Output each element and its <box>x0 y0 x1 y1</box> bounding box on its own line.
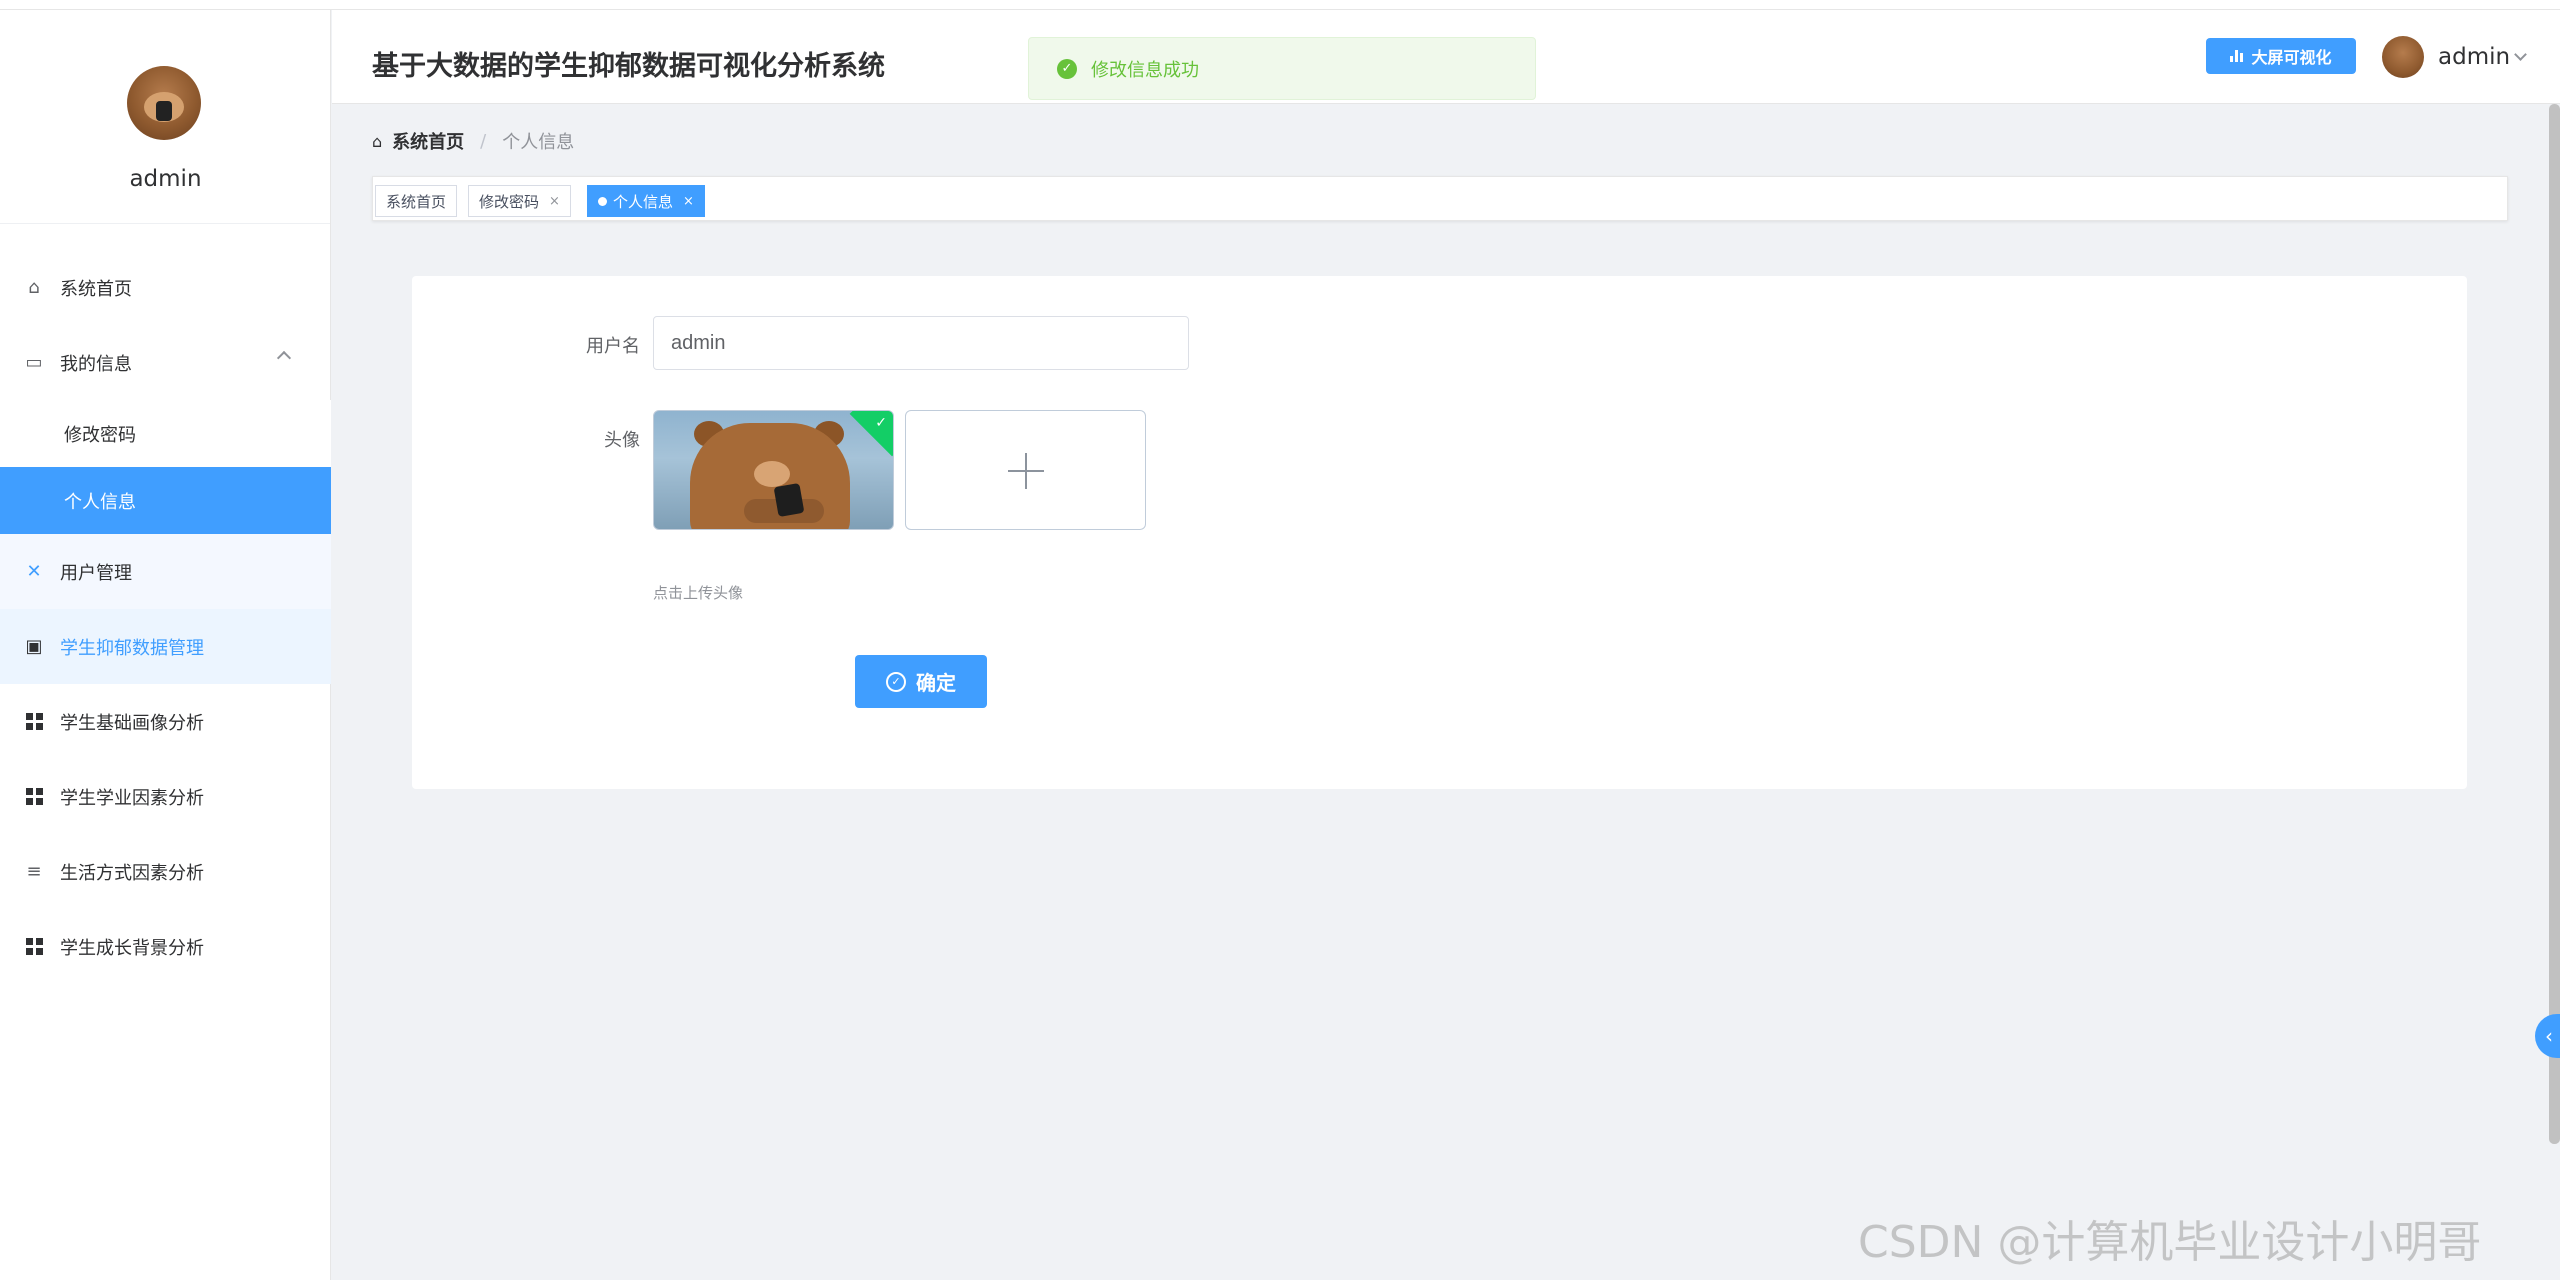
sidebar-item-my-info[interactable]: ▭ 我的信息 <box>0 325 331 400</box>
bear-snout <box>754 461 790 487</box>
sidebar-item-basic-profile[interactable]: 学生基础画像分析 <box>0 684 331 759</box>
upload-hint: 点击上传头像 <box>653 584 744 602</box>
grid-icon <box>24 937 44 957</box>
breadcrumb-current: 个人信息 <box>502 132 575 153</box>
sliders-icon: ≡ <box>26 861 42 882</box>
profile-name: admin <box>129 166 202 192</box>
tags-view: 系统首页 修改密码 × 个人信息 × <box>372 176 2508 221</box>
avatar <box>127 66 201 140</box>
tag-change-password[interactable]: 修改密码 × <box>468 185 571 217</box>
confirm-button[interactable]: ✓ 确定 <box>855 655 987 708</box>
sidebar-item-label: 我的信息 <box>60 353 132 375</box>
close-icon[interactable]: × <box>549 194 560 209</box>
clipboard-icon: ▣ <box>25 636 43 657</box>
sidebar-item-growth-background[interactable]: 学生成长背景分析 <box>0 909 331 984</box>
success-toast: ✓ 修改信息成功 <box>1028 37 1536 100</box>
check-icon: ✓ <box>875 415 887 431</box>
watermark: CSDN @计算机毕业设计小明哥 <box>1858 1217 2482 1268</box>
sidebar-item-change-password[interactable]: 修改密码 <box>0 400 331 467</box>
breadcrumb: ⌂ 系统首页 / 个人信息 <box>372 128 574 154</box>
bigscreen-label: 大屏可视化 <box>2251 48 2332 67</box>
avatar-upload-button[interactable] <box>905 410 1146 530</box>
sidebar-item-label: 学生学业因素分析 <box>60 787 204 809</box>
sidebar-item-label: 个人信息 <box>64 491 136 513</box>
username-label: 用户名 <box>586 336 640 357</box>
sidebar-item-label: 系统首页 <box>60 278 132 300</box>
sidebar-item-user-management[interactable]: ✕ 用户管理 <box>0 534 331 609</box>
tag-label: 系统首页 <box>386 192 447 211</box>
success-check-icon: ✓ <box>1057 58 1077 79</box>
sidebar-item-label: 学生成长背景分析 <box>60 937 204 959</box>
sidebar-item-label: 学生抑郁数据管理 <box>60 637 204 659</box>
plus-icon <box>1025 453 1027 489</box>
sidebar-item-label: 修改密码 <box>64 424 136 446</box>
active-dot-icon <box>598 196 607 206</box>
chevron-up-icon <box>276 350 292 366</box>
tag-label: 个人信息 <box>613 192 674 211</box>
bigscreen-button[interactable]: 大屏可视化 <box>2206 38 2356 74</box>
bar-chart-icon <box>2230 50 2244 62</box>
toast-message: 修改信息成功 <box>1091 59 1199 81</box>
user-avatar[interactable] <box>2382 36 2424 78</box>
home-icon: ⌂ <box>28 277 40 298</box>
breadcrumb-home[interactable]: 系统首页 <box>392 128 464 154</box>
sidebar: admin ⌂ 系统首页 ▭ 我的信息 修改密码 个人信息 ✕ 用户管理 ▣ 学… <box>0 10 331 1280</box>
grid-icon <box>24 712 44 732</box>
tag-home[interactable]: 系统首页 <box>375 185 458 217</box>
tag-personal-info[interactable]: 个人信息 × <box>587 185 705 217</box>
sidebar-menu: ⌂ 系统首页 ▭ 我的信息 修改密码 个人信息 ✕ 用户管理 ▣ 学生抑郁数据管… <box>0 250 331 984</box>
sidebar-item-academic-factors[interactable]: 学生学业因素分析 <box>0 759 331 834</box>
top-header: 基于大数据的学生抑郁数据可视化分析系统 ✓ 修改信息成功 大屏可视化 admin <box>332 10 2560 104</box>
sidebar-item-label: 生活方式因素分析 <box>60 862 204 884</box>
breadcrumb-separator: / <box>480 130 487 152</box>
tag-label: 修改密码 <box>479 192 540 211</box>
sidebar-item-label: 学生基础画像分析 <box>60 712 204 734</box>
sidebar-item-lifestyle-factors[interactable]: ≡ 生活方式因素分析 <box>0 834 331 909</box>
calendar-icon: ▭ <box>25 352 43 373</box>
sidebar-item-personal-info[interactable]: 个人信息 <box>0 467 331 534</box>
top-strip <box>0 0 2560 10</box>
sidebar-item-depression-data[interactable]: ▣ 学生抑郁数据管理 <box>0 609 331 684</box>
check-circle-icon: ✓ <box>886 671 906 692</box>
grid-icon <box>24 787 44 807</box>
sidebar-item-label: 用户管理 <box>60 562 132 584</box>
home-icon: ⌂ <box>372 131 383 151</box>
avatar-thumbnail[interactable]: ✓ <box>653 410 894 530</box>
avatar-label: 头像 <box>604 430 640 451</box>
upload-success-corner <box>849 411 893 457</box>
chevron-left-icon[interactable]: ‹ <box>2535 1014 2560 1058</box>
user-name[interactable]: admin <box>2438 44 2510 70</box>
chevron-down-icon[interactable] <box>2514 48 2527 61</box>
sidebar-item-home[interactable]: ⌂ 系统首页 <box>0 250 331 325</box>
scrollbar[interactable] <box>2549 104 2560 1144</box>
confirm-label: 确定 <box>916 671 956 695</box>
users-icon: ✕ <box>26 561 42 582</box>
app-title: 基于大数据的学生抑郁数据可视化分析系统 <box>372 51 885 82</box>
username-input[interactable]: admin <box>653 316 1189 370</box>
close-icon[interactable]: × <box>683 194 694 209</box>
phone-shape <box>773 482 805 518</box>
